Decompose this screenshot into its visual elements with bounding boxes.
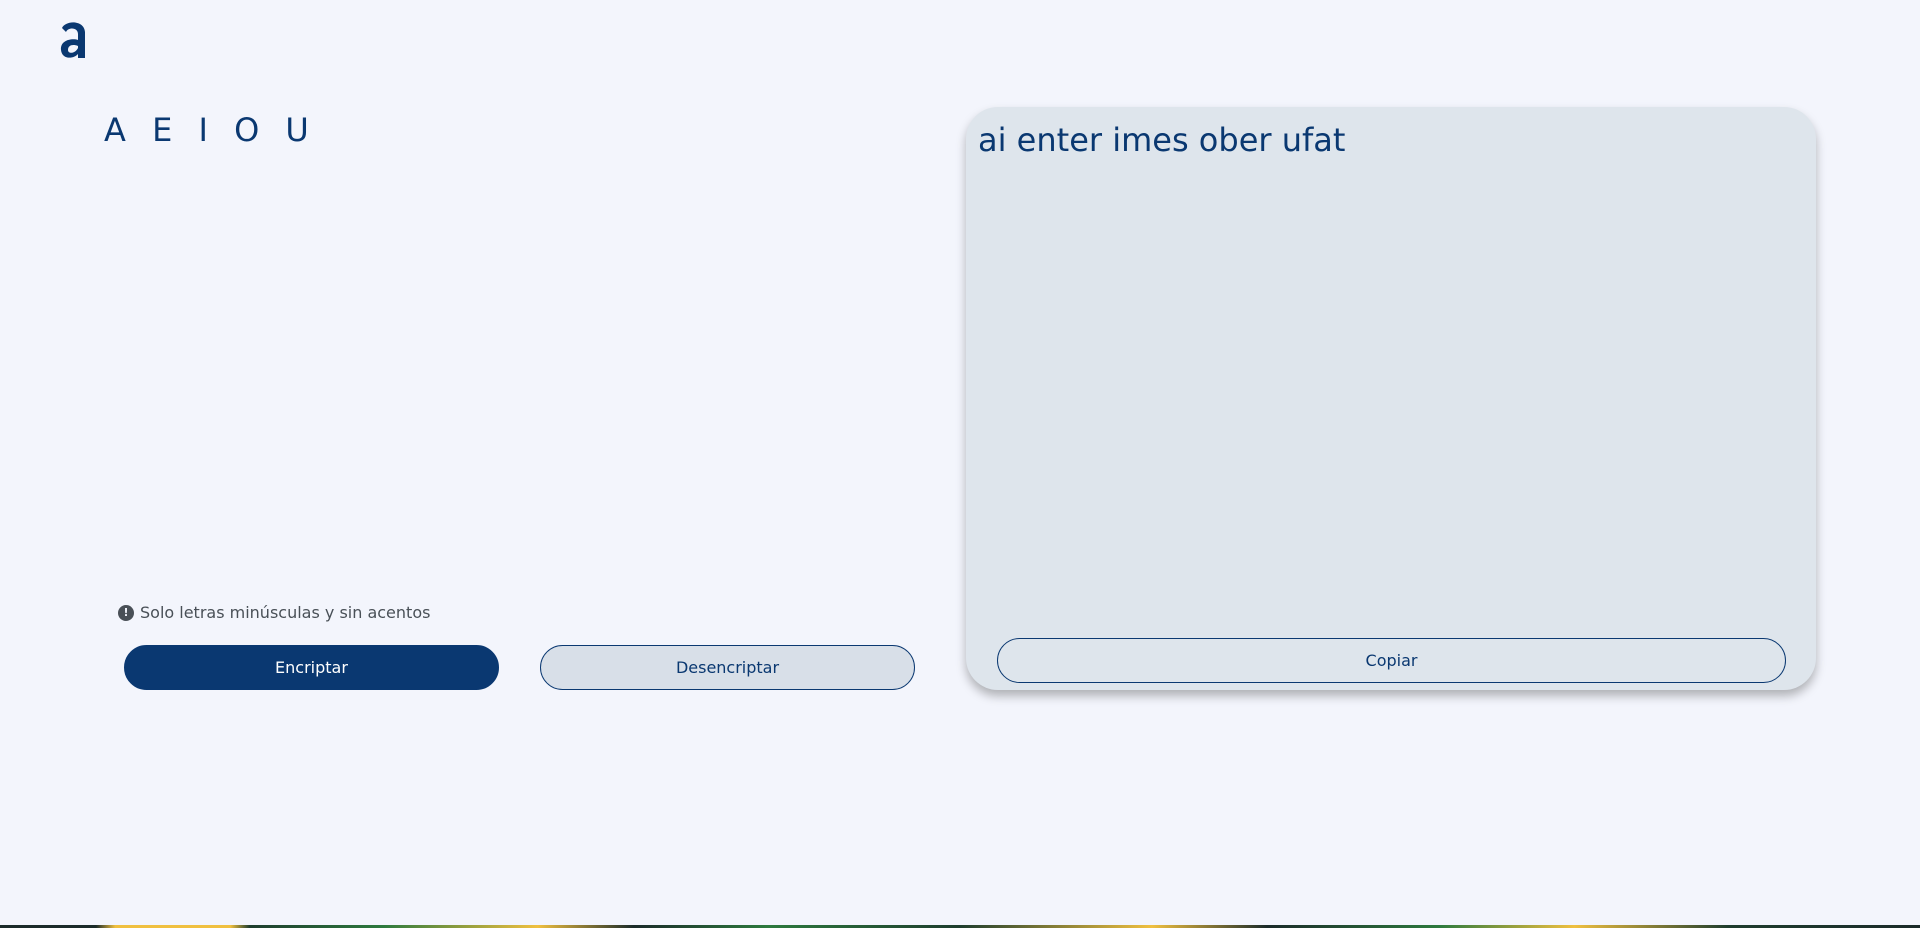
- copy-button[interactable]: Copiar: [997, 638, 1786, 683]
- decrypt-button-label: Desencriptar: [675, 658, 780, 677]
- text-input[interactable]: [104, 104, 924, 584]
- exclamation-circle-icon: !: [118, 604, 134, 621]
- hint-message: ! Solo letras minúsculas y sin acentos: [118, 603, 430, 622]
- encrypt-button[interactable]: Encriptar: [124, 645, 499, 690]
- copy-button-label: Copiar: [1365, 651, 1418, 670]
- output-panel: ai enter imes ober ufat Copiar: [966, 107, 1816, 690]
- hint-text: Solo letras minúsculas y sin acentos: [140, 603, 431, 622]
- output-text: ai enter imes ober ufat: [978, 121, 1346, 159]
- alura-logo-icon[interactable]: [58, 18, 90, 64]
- page: ! Solo letras minúsculas y sin acentos E…: [0, 0, 1920, 928]
- decrypt-button[interactable]: Desencriptar: [540, 645, 915, 690]
- encrypt-button-label: Encriptar: [275, 658, 348, 677]
